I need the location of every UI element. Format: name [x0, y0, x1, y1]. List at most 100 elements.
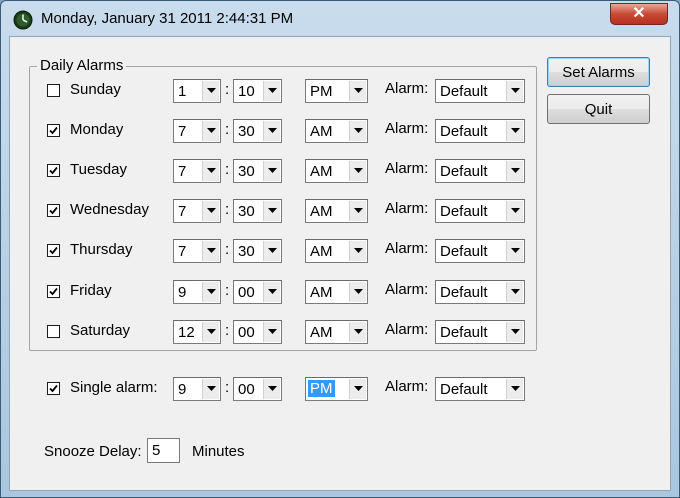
day-tuesday-ampm-select[interactable]: AM [305, 159, 368, 183]
single-alarm-ampm-select[interactable]: PM [305, 377, 368, 401]
title-bar[interactable]: Monday, January 31 2011 2:44:31 PM ✕ [1, 1, 679, 35]
day-saturday-ampm-value: AM [310, 324, 333, 341]
single-alarm-hour-value: 9 [178, 381, 187, 398]
day-thursday-hour-select[interactable]: 7 [173, 239, 221, 263]
single-alarm-minute-select[interactable]: 00 [233, 377, 282, 401]
chevron-down-icon[interactable] [506, 241, 523, 261]
chevron-down-icon[interactable] [263, 161, 280, 181]
chevron-down-icon[interactable] [202, 241, 219, 261]
day-thursday-checkbox[interactable] [47, 244, 60, 257]
day-sunday-checkbox[interactable] [47, 84, 60, 97]
chevron-down-icon[interactable] [202, 81, 219, 101]
chevron-down-icon[interactable] [263, 379, 280, 399]
day-saturday-alarm-select[interactable]: Default [435, 320, 525, 344]
single-alarm-hour-select[interactable]: 9 [173, 377, 221, 401]
day-sunday-hour-value: 1 [178, 83, 187, 100]
day-friday-checkbox[interactable] [47, 285, 60, 298]
day-wednesday-minute-select[interactable]: 30 [233, 199, 282, 223]
day-tuesday-alarm-label: Alarm: [385, 160, 429, 177]
day-thursday-alarm-select[interactable]: Default [435, 239, 525, 263]
day-sunday-hour-select[interactable]: 1 [173, 79, 221, 103]
day-monday-alarm-select[interactable]: Default [435, 119, 525, 143]
day-friday-alarm-value: Default [440, 284, 488, 301]
day-wednesday-alarm-label: Alarm: [385, 200, 429, 217]
chevron-down-icon[interactable] [349, 161, 366, 181]
day-thursday-ampm-select[interactable]: AM [305, 239, 368, 263]
snooze-delay-label: Snooze Delay: [44, 443, 142, 460]
chevron-down-icon[interactable] [263, 201, 280, 221]
day-monday-minute-select[interactable]: 30 [233, 119, 282, 143]
chevron-down-icon[interactable] [506, 322, 523, 342]
chevron-down-icon[interactable] [506, 201, 523, 221]
chevron-down-icon[interactable] [202, 121, 219, 141]
day-friday-hour-select[interactable]: 9 [173, 280, 221, 304]
daily-alarms-group-title: Daily Alarms [37, 57, 127, 74]
day-saturday-checkbox[interactable] [47, 325, 60, 338]
chevron-down-icon[interactable] [349, 201, 366, 221]
chevron-down-icon[interactable] [202, 322, 219, 342]
day-friday-alarm-select[interactable]: Default [435, 280, 525, 304]
day-friday-ampm-select[interactable]: AM [305, 280, 368, 304]
day-friday-ampm-value: AM [310, 284, 333, 301]
day-tuesday-hour-select[interactable]: 7 [173, 159, 221, 183]
chevron-down-icon[interactable] [202, 201, 219, 221]
day-wednesday-minute-value: 30 [238, 203, 255, 220]
day-wednesday-hour-select[interactable]: 7 [173, 199, 221, 223]
chevron-down-icon[interactable] [263, 241, 280, 261]
time-separator: : [225, 379, 230, 396]
single-alarm-label: Single alarm: [70, 379, 158, 396]
chevron-down-icon[interactable] [506, 161, 523, 181]
chevron-down-icon[interactable] [202, 379, 219, 399]
day-tuesday-minute-select[interactable]: 30 [233, 159, 282, 183]
day-tuesday-checkbox[interactable] [47, 164, 60, 177]
day-sunday-minute-select[interactable]: 10 [233, 79, 282, 103]
chevron-down-icon[interactable] [506, 81, 523, 101]
day-tuesday-ampm-value: AM [310, 163, 333, 180]
day-saturday-ampm-select[interactable]: AM [305, 320, 368, 344]
chevron-down-icon[interactable] [349, 121, 366, 141]
day-thursday-alarm-value: Default [440, 243, 488, 260]
set-alarms-button[interactable]: Set Alarms [547, 57, 650, 87]
chevron-down-icon[interactable] [263, 322, 280, 342]
single-alarm-alarm-select[interactable]: Default [435, 377, 525, 401]
day-wednesday-checkbox[interactable] [47, 204, 60, 217]
day-monday-ampm-select[interactable]: AM [305, 119, 368, 143]
day-monday-hour-select[interactable]: 7 [173, 119, 221, 143]
chevron-down-icon[interactable] [202, 282, 219, 302]
day-thursday-minute-value: 30 [238, 243, 255, 260]
single-alarm-checkbox[interactable] [47, 382, 60, 395]
chevron-down-icon[interactable] [349, 379, 366, 399]
quit-button[interactable]: Quit [547, 94, 650, 124]
day-tuesday-alarm-select[interactable]: Default [435, 159, 525, 183]
day-saturday-hour-value: 12 [178, 324, 195, 341]
day-sunday-alarm-select[interactable]: Default [435, 79, 525, 103]
day-saturday-minute-select[interactable]: 00 [233, 320, 282, 344]
day-saturday-hour-select[interactable]: 12 [173, 320, 221, 344]
time-separator: : [225, 81, 230, 98]
close-button[interactable]: ✕ [610, 3, 668, 25]
day-sunday-ampm-select[interactable]: PM [305, 79, 368, 103]
chevron-down-icon[interactable] [506, 121, 523, 141]
snooze-delay-input[interactable]: 5 [147, 438, 180, 463]
day-thursday-alarm-label: Alarm: [385, 240, 429, 257]
single-alarm-ampm-value: PM [308, 380, 335, 397]
day-friday-minute-select[interactable]: 00 [233, 280, 282, 304]
chevron-down-icon[interactable] [349, 282, 366, 302]
day-thursday-minute-select[interactable]: 30 [233, 239, 282, 263]
day-thursday-label: Thursday [70, 241, 133, 258]
chevron-down-icon[interactable] [506, 379, 523, 399]
chevron-down-icon[interactable] [349, 322, 366, 342]
chevron-down-icon[interactable] [349, 81, 366, 101]
day-monday-checkbox[interactable] [47, 124, 60, 137]
chevron-down-icon[interactable] [202, 161, 219, 181]
chevron-down-icon[interactable] [349, 241, 366, 261]
day-friday-minute-value: 00 [238, 284, 255, 301]
day-wednesday-alarm-select[interactable]: Default [435, 199, 525, 223]
window-title: Monday, January 31 2011 2:44:31 PM [41, 10, 294, 27]
day-wednesday-ampm-select[interactable]: AM [305, 199, 368, 223]
chevron-down-icon[interactable] [263, 81, 280, 101]
chevron-down-icon[interactable] [506, 282, 523, 302]
chevron-down-icon[interactable] [263, 282, 280, 302]
chevron-down-icon[interactable] [263, 121, 280, 141]
day-friday-label: Friday [70, 282, 112, 299]
